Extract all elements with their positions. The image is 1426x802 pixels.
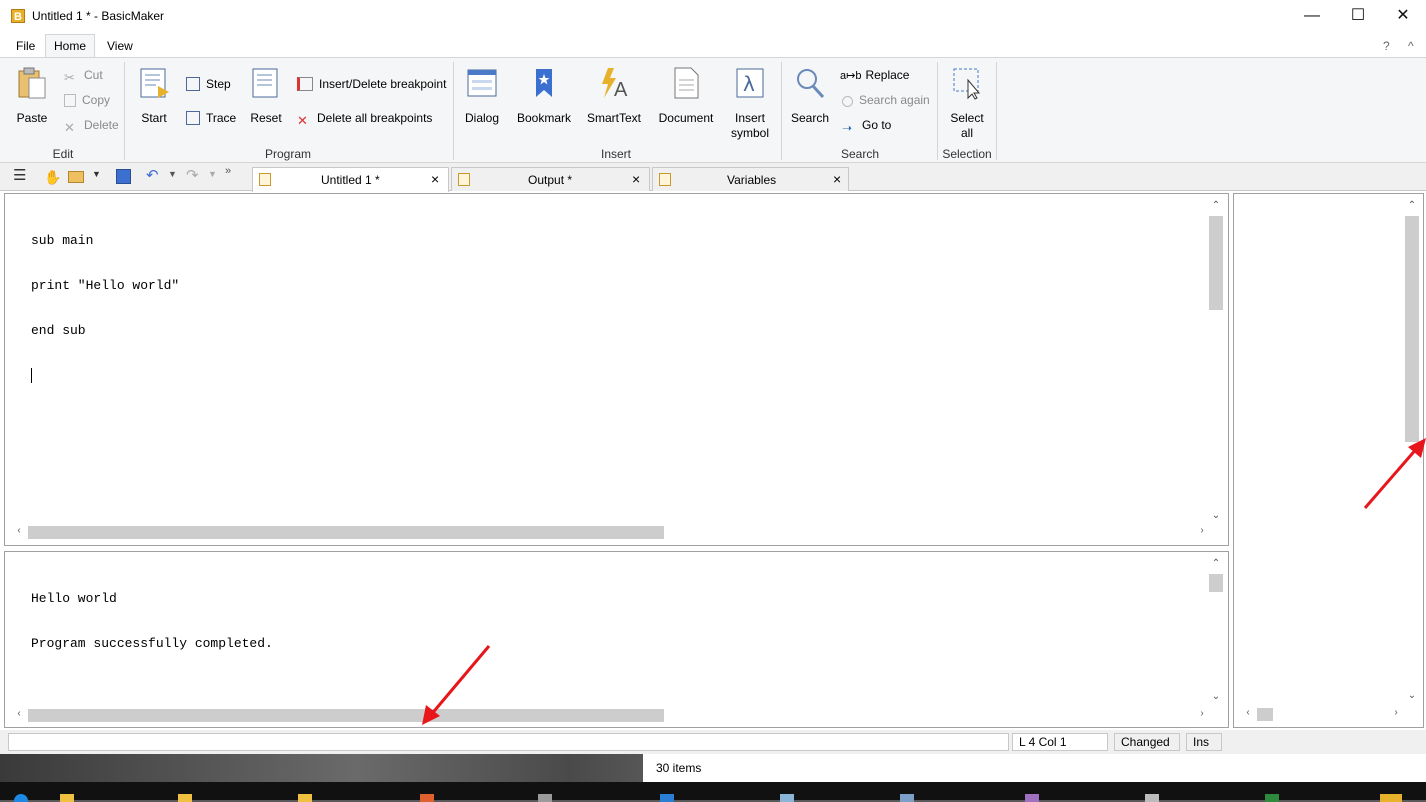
annotation-overlay	[422, 438, 1426, 725]
red-arrow-icon	[422, 645, 491, 725]
red-arrow-icon	[1363, 438, 1426, 509]
